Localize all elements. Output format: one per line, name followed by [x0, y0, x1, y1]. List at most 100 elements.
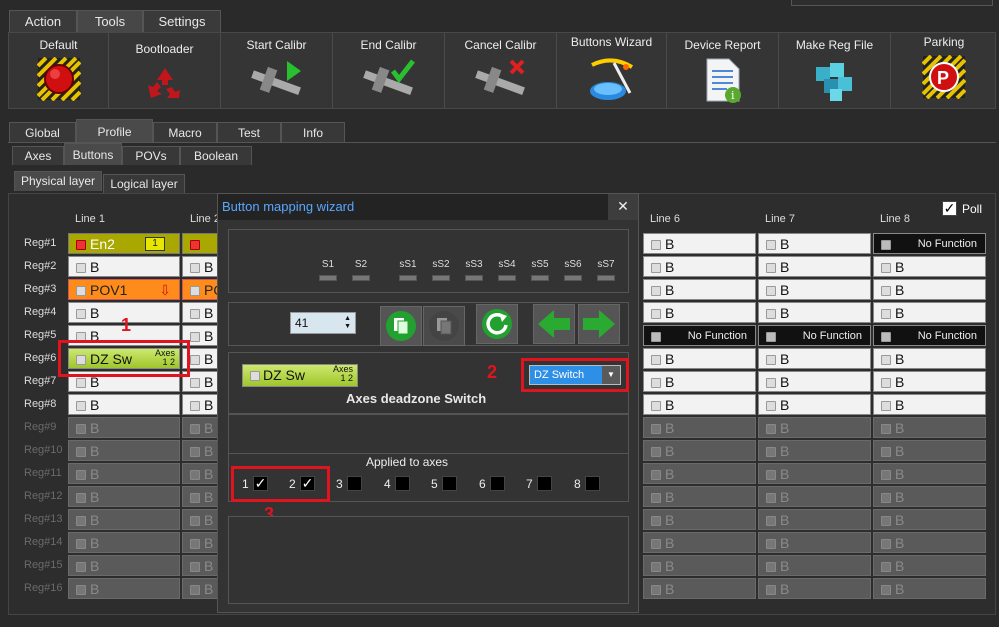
grid-cell[interactable]: B [68, 394, 180, 415]
grid-cell[interactable]: B [758, 532, 871, 553]
tab-physical-layer[interactable]: Physical layer [14, 171, 102, 191]
grid-cell[interactable]: B [68, 555, 180, 576]
grid-cell[interactable]: B [758, 256, 871, 277]
grid-cell[interactable]: B [758, 348, 871, 369]
grid-cell[interactable]: B [758, 555, 871, 576]
grid-cell[interactable]: B [873, 417, 986, 438]
grid-cell[interactable]: B [643, 302, 756, 323]
grid-cell[interactable]: B [182, 417, 218, 438]
grid-cell[interactable]: B [643, 463, 756, 484]
grid-cell[interactable]: B [643, 233, 756, 254]
axis-checkbox[interactable] [442, 476, 457, 491]
bootloader-button[interactable]: Bootloader [109, 33, 221, 109]
grid-cell-no-function[interactable]: No Function [758, 325, 871, 346]
grid-cell[interactable]: B [643, 578, 756, 599]
grid-cell[interactable]: B [758, 279, 871, 300]
grid-cell-no-function[interactable]: No Function [643, 325, 756, 346]
grid-cell[interactable]: B [182, 256, 218, 277]
poll-checkbox[interactable]: ✓ [942, 201, 957, 216]
default-button[interactable]: Default [9, 33, 109, 109]
register-spinbox[interactable]: 41 ▲ ▼ [290, 312, 356, 334]
tab-test[interactable]: Test [217, 122, 281, 143]
grid-cell[interactable]: B [182, 555, 218, 576]
tab-povs[interactable]: POVs [122, 146, 180, 165]
grid-cell[interactable]: B [873, 578, 986, 599]
grid-cell[interactable]: B [873, 348, 986, 369]
grid-cell[interactable]: B [643, 256, 756, 277]
spin-arrows-icon[interactable]: ▲ ▼ [344, 315, 351, 331]
next-button[interactable] [578, 304, 620, 344]
grid-cell[interactable]: B [643, 555, 756, 576]
cell-pov1[interactable]: POV1 ⇩ [68, 279, 180, 300]
grid-cell[interactable]: B [758, 509, 871, 530]
tab-buttons[interactable]: Buttons [64, 143, 122, 165]
grid-cell[interactable]: B [873, 394, 986, 415]
grid-cell[interactable]: B [643, 394, 756, 415]
grid-cell[interactable]: B [873, 463, 986, 484]
menu-tab-action[interactable]: Action [9, 10, 77, 32]
tab-macro[interactable]: Macro [153, 122, 217, 143]
grid-cell[interactable]: B [758, 394, 871, 415]
grid-cell[interactable]: B [68, 509, 180, 530]
refresh-button[interactable] [476, 304, 518, 344]
cell-en2[interactable]: En2 1 [68, 233, 180, 254]
grid-cell[interactable]: B [182, 302, 218, 323]
close-icon[interactable]: ✕ [608, 194, 638, 220]
grid-cell[interactable]: B [643, 486, 756, 507]
grid-cell[interactable]: B [68, 463, 180, 484]
grid-cell[interactable]: B [873, 371, 986, 392]
grid-cell[interactable]: B [68, 440, 180, 461]
grid-cell[interactable]: B [182, 463, 218, 484]
grid-cell[interactable]: B [873, 302, 986, 323]
tab-info[interactable]: Info [281, 122, 345, 143]
grid-cell[interactable]: B [873, 509, 986, 530]
grid-cell[interactable]: B [68, 486, 180, 507]
tab-global[interactable]: Global [9, 122, 76, 143]
grid-cell[interactable]: B [643, 440, 756, 461]
grid-cell[interactable]: B [643, 371, 756, 392]
grid-cell[interactable]: B [68, 578, 180, 599]
paste-button[interactable] [423, 306, 465, 346]
previous-button[interactable] [533, 304, 575, 344]
grid-cell[interactable]: B [758, 417, 871, 438]
start-calibr-button[interactable]: Start Calibr [221, 33, 333, 109]
grid-cell[interactable]: B [643, 509, 756, 530]
grid-cell[interactable]: B [182, 509, 218, 530]
grid-cell[interactable]: B [182, 440, 218, 461]
end-calibr-button[interactable]: End Calibr [333, 33, 445, 109]
axis-checkbox[interactable] [585, 476, 600, 491]
axis-checkbox[interactable] [395, 476, 410, 491]
grid-cell[interactable]: B [873, 532, 986, 553]
grid-cell[interactable]: B [758, 371, 871, 392]
grid-cell[interactable] [182, 233, 218, 254]
grid-cell[interactable]: B [643, 417, 756, 438]
tab-boolean[interactable]: Boolean [180, 146, 252, 165]
grid-cell[interactable]: B [758, 578, 871, 599]
grid-cell[interactable]: B [643, 348, 756, 369]
buttons-wizard-button[interactable]: Buttons Wizard [557, 33, 667, 109]
axis-checkbox[interactable] [347, 476, 362, 491]
tab-profile[interactable]: Profile [76, 119, 153, 143]
copy-button[interactable] [380, 306, 422, 346]
grid-cell[interactable]: B [68, 256, 180, 277]
cancel-calibr-button[interactable]: Cancel Calibr [445, 33, 557, 109]
grid-cell[interactable]: B [758, 440, 871, 461]
grid-cell[interactable]: B [758, 486, 871, 507]
grid-cell[interactable]: B [758, 463, 871, 484]
axis-checkbox[interactable] [537, 476, 552, 491]
menu-tab-settings[interactable]: Settings [143, 10, 221, 32]
grid-cell[interactable]: B [643, 279, 756, 300]
grid-cell[interactable]: B [873, 279, 986, 300]
grid-cell[interactable]: B [182, 578, 218, 599]
grid-cell[interactable]: B [182, 486, 218, 507]
grid-cell[interactable]: B [643, 532, 756, 553]
make-reg-file-button[interactable]: Make Reg File [779, 33, 891, 109]
grid-cell[interactable]: B [873, 555, 986, 576]
grid-cell-no-function[interactable]: No Function [873, 233, 986, 254]
grid-cell[interactable]: PO [182, 279, 224, 300]
tab-axes[interactable]: Axes [12, 146, 64, 165]
grid-cell[interactable]: B [873, 440, 986, 461]
grid-cell[interactable]: B [182, 394, 218, 415]
grid-cell[interactable]: B [182, 532, 218, 553]
parking-button[interactable]: Parking P [891, 33, 997, 109]
